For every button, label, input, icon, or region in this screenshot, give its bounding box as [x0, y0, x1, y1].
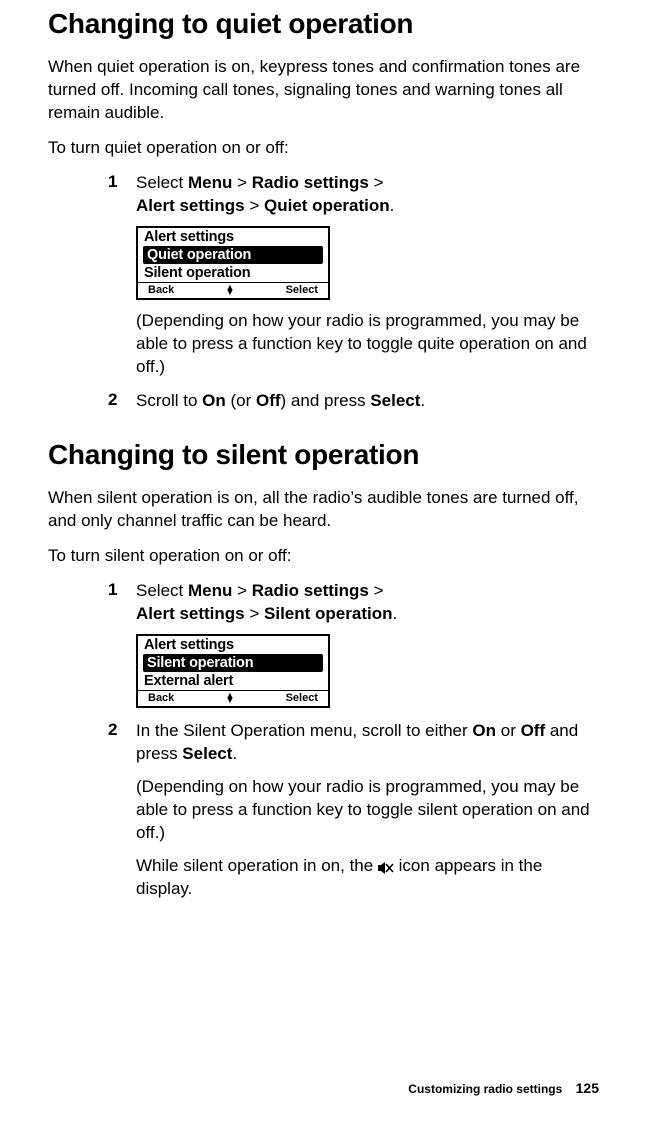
step-text: Scroll to On (or Off) and press Select. [136, 390, 593, 413]
option-on: On [202, 391, 226, 410]
option-on: On [472, 721, 496, 740]
action-select: Select [182, 744, 232, 763]
softkey-back: Back [148, 284, 174, 296]
heading-silent-operation: Changing to silent operation [48, 439, 599, 471]
menu-path-radio-settings: Radio settings [252, 581, 369, 600]
footer-label: Customizing radio settings [408, 1082, 562, 1096]
period: . [390, 196, 395, 215]
period: . [392, 604, 397, 623]
icon-note: While silent operation in on, the icon a… [136, 855, 593, 901]
step-2-silent-note: (Depending on how your radio is programm… [136, 776, 593, 845]
lcd-title: Alert settings [138, 228, 328, 246]
icon-note-prefix: While silent operation in on, the [136, 856, 378, 875]
menu-path-radio-settings: Radio settings [252, 173, 369, 192]
step-text: In the Silent Operation menu, scroll to … [136, 720, 593, 766]
softkey-select: Select [286, 692, 318, 704]
mid-text: (or [226, 391, 256, 410]
lcd-screen-silent: Alert settings Silent operation External… [136, 634, 330, 708]
mid-text: ) and press [281, 391, 371, 410]
sep: > [245, 196, 264, 215]
lcd-highlighted-row: Silent operation [143, 654, 323, 672]
softkey-select: Select [286, 284, 318, 296]
menu-path-menu: Menu [188, 581, 232, 600]
instruction-quiet: To turn quiet operation on or off: [48, 137, 599, 160]
mid-text: or [496, 721, 521, 740]
step-prefix: Select [136, 581, 188, 600]
sep: > [232, 581, 251, 600]
lcd-softkey-bar: Back ▲▼ Select [138, 282, 328, 298]
instruction-silent: To turn silent operation on or off: [48, 545, 599, 568]
step-1-silent: 1 Select Menu > Radio settings > Alert s… [108, 580, 593, 626]
heading-quiet-operation: Changing to quiet operation [48, 8, 599, 40]
step-prefix: Select [136, 173, 188, 192]
lcd-row: External alert [138, 672, 328, 690]
menu-path-alert-settings: Alert settings [136, 196, 245, 215]
intro-quiet: When quiet operation is on, keypress ton… [48, 56, 599, 125]
step-text: Select Menu > Radio settings > Alert set… [136, 172, 593, 218]
sep: > [369, 173, 384, 192]
nav-arrows-icon: ▲▼ [225, 285, 234, 295]
lcd-title: Alert settings [138, 636, 328, 654]
step-text: Select Menu > Radio settings > Alert set… [136, 580, 593, 626]
intro-silent: When silent operation is on, all the rad… [48, 487, 599, 533]
step-number: 1 [108, 580, 136, 626]
menu-path-silent-operation: Silent operation [264, 604, 392, 623]
step-number: 2 [108, 390, 136, 413]
sep: > [369, 581, 384, 600]
period: . [232, 744, 237, 763]
lcd-highlighted-row: Quiet operation [143, 246, 323, 264]
lcd-softkey-bar: Back ▲▼ Select [138, 690, 328, 706]
page-number: 125 [576, 1080, 599, 1096]
nav-arrows-icon: ▲▼ [225, 693, 234, 703]
period: . [420, 391, 425, 410]
menu-path-quiet-operation: Quiet operation [264, 196, 390, 215]
step-1-quiet: 1 Select Menu > Radio settings > Alert s… [108, 172, 593, 218]
menu-path-menu: Menu [188, 173, 232, 192]
step-prefix: Scroll to [136, 391, 202, 410]
softkey-back: Back [148, 692, 174, 704]
action-select: Select [370, 391, 420, 410]
sound-off-icon [378, 859, 394, 873]
menu-path-alert-settings: Alert settings [136, 604, 245, 623]
lcd-screen-quiet: Alert settings Quiet operation Silent op… [136, 226, 330, 300]
option-off: Off [256, 391, 281, 410]
sep: > [232, 173, 251, 192]
step-prefix: In the Silent Operation menu, scroll to … [136, 721, 472, 740]
page-footer: Customizing radio settings 125 [408, 1080, 599, 1096]
option-off: Off [521, 721, 546, 740]
sep: > [245, 604, 264, 623]
step-number: 1 [108, 172, 136, 218]
step-1-quiet-note: (Depending on how your radio is programm… [136, 310, 593, 379]
step-2-quiet: 2 Scroll to On (or Off) and press Select… [108, 390, 593, 413]
step-2-silent: 2 In the Silent Operation menu, scroll t… [108, 720, 593, 766]
step-number: 2 [108, 720, 136, 766]
lcd-row: Silent operation [138, 264, 328, 282]
